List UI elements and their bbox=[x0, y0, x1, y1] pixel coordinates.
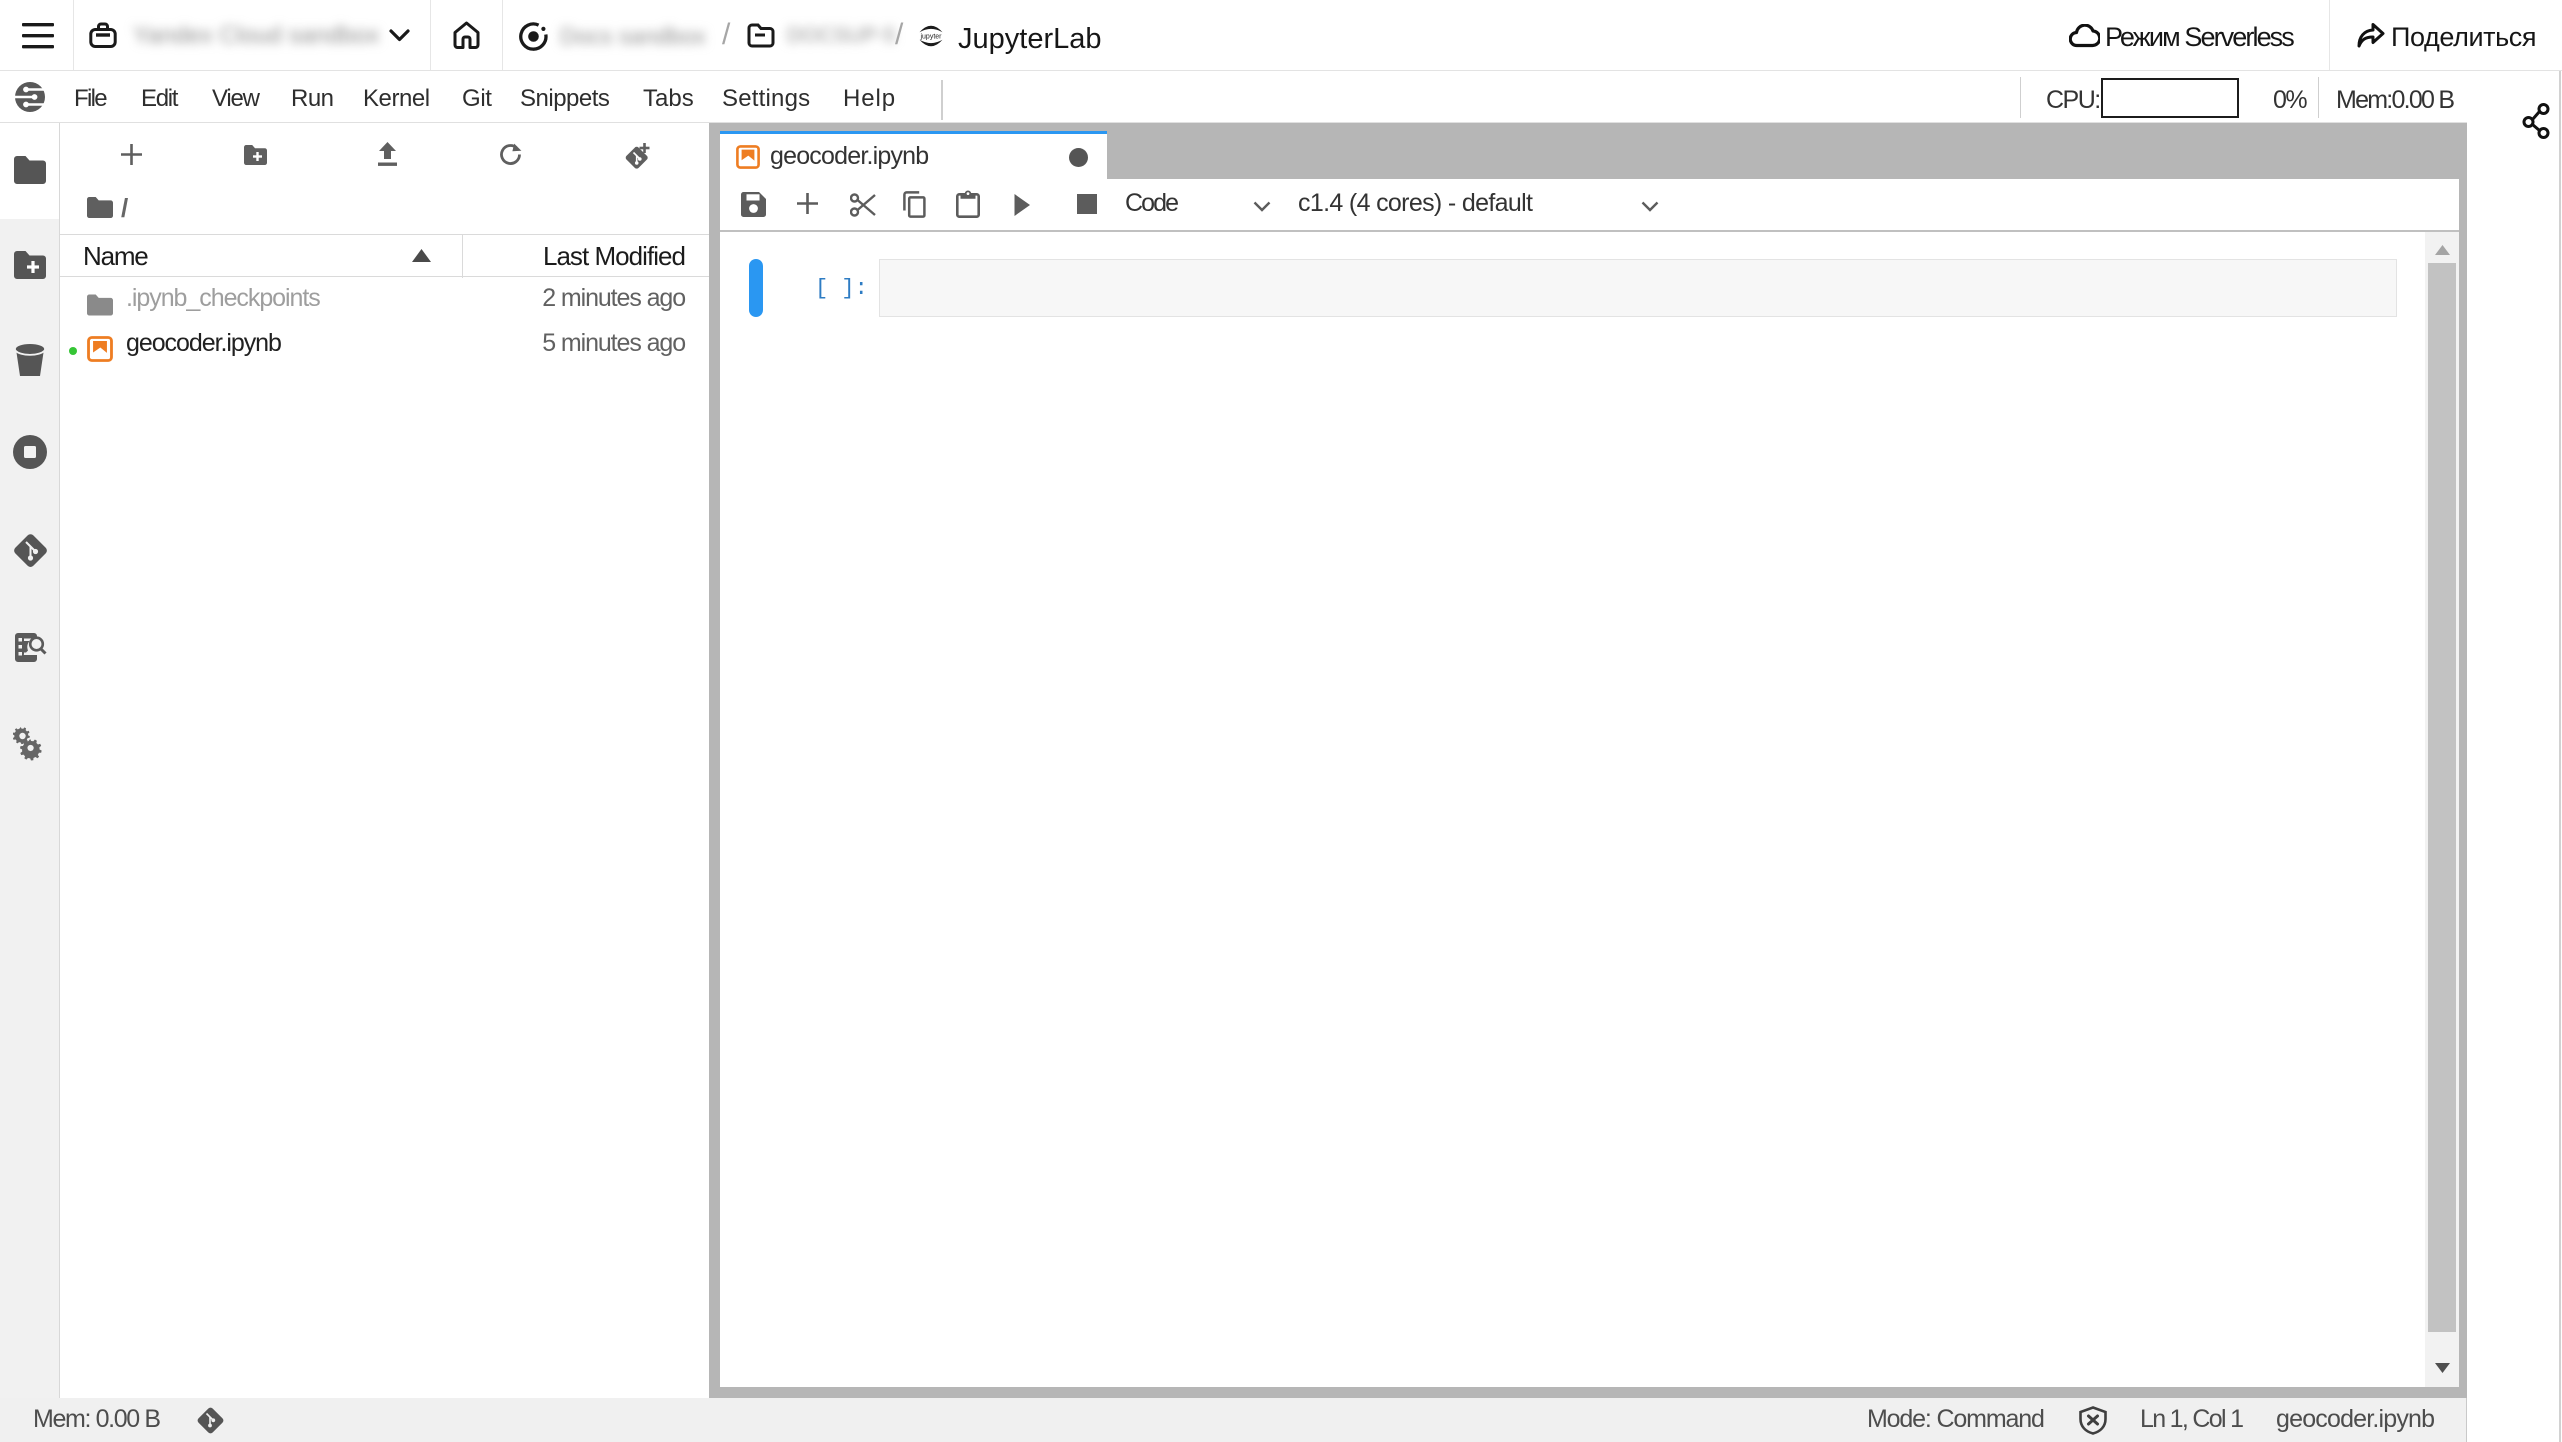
svg-text:jupyter: jupyter bbox=[919, 34, 942, 41]
